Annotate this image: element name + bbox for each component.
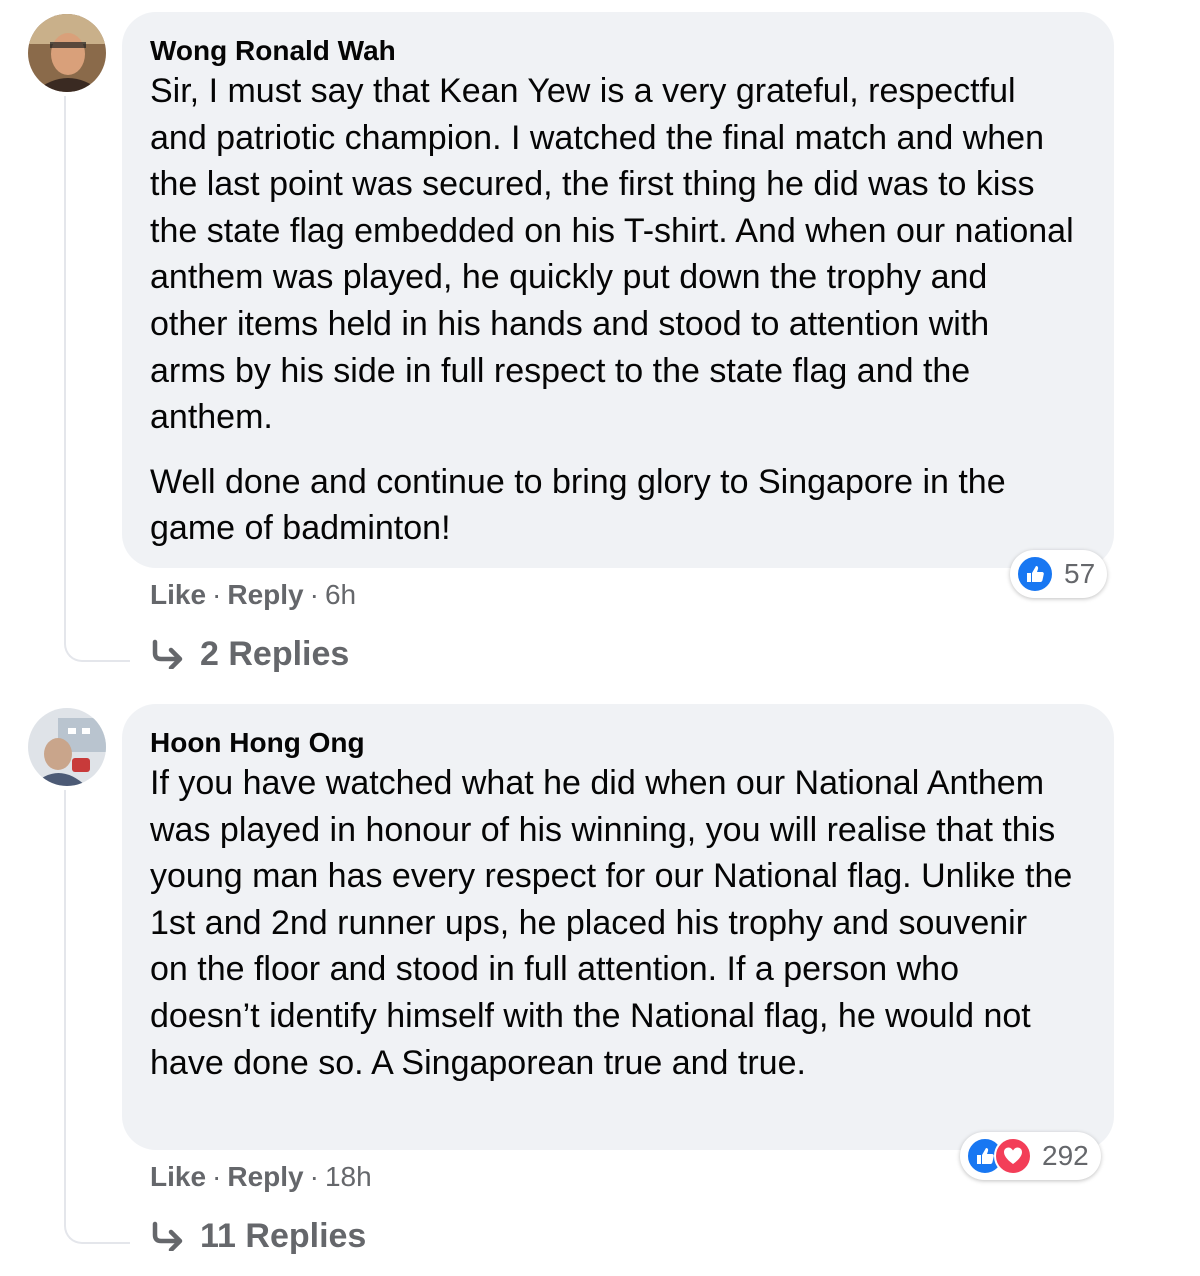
comment-bubble: Hoon Hong Ong If you have watched what h… [122,704,1114,1150]
thread-line [64,96,66,636]
thread-connector [64,1218,130,1244]
comment-actions: Like · Reply · 18h [150,1160,372,1194]
comment-text: If you have watched what he did when our… [150,764,1073,1082]
separator: · [309,1161,319,1192]
reaction-count: 292 [1042,1140,1089,1171]
reactions-summary[interactable]: 292 [960,1132,1101,1180]
reactions-summary[interactable]: 57 [1010,550,1108,598]
view-replies-link[interactable]: 11 Replies [150,1216,366,1256]
comment-bubble: Wong Ronald Wah Sir, I must say that Kea… [122,12,1114,568]
like-reaction-icon [1016,555,1054,593]
comment-author[interactable]: Wong Ronald Wah [150,34,1074,68]
comment-thread: Wong Ronald Wah Sir, I must say that Kea… [0,0,1200,1276]
reaction-count: 57 [1064,558,1096,589]
comment-author[interactable]: Hoon Hong Ong [150,726,1074,760]
avatar[interactable] [28,708,106,786]
comment-timestamp[interactable]: 6h [325,579,356,610]
comment-actions: Like · Reply · 6h [150,578,356,612]
thread-connector [64,636,130,662]
comment-text: Sir, I must say that Kean Yew is a very … [150,72,1074,437]
replies-count-label: 11 Replies [200,1217,367,1255]
love-reaction-icon [994,1137,1032,1175]
avatar-photo-icon [28,14,106,92]
avatar[interactable] [28,14,106,92]
comment-timestamp[interactable]: 18h [325,1161,372,1192]
like-button[interactable]: Like [150,1161,206,1192]
thread-line [64,790,66,1218]
separator: · [309,579,319,610]
separator: · [212,579,222,610]
like-button[interactable]: Like [150,579,206,610]
reply-arrow-icon [152,1221,183,1251]
reply-arrow-icon [152,639,183,669]
reply-button[interactable]: Reply [227,579,303,610]
reply-button[interactable]: Reply [227,1161,303,1192]
avatar-photo-icon [28,708,106,786]
separator: · [212,1161,222,1192]
view-replies-link[interactable]: 2 Replies [150,634,349,674]
comment-text: Well done and continue to bring glory to… [150,462,1006,548]
replies-count-label: 2 Replies [200,635,350,673]
